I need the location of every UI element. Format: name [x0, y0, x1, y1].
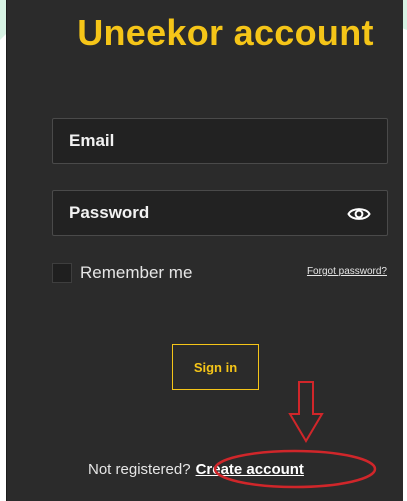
- page-title: Uneekor account: [77, 12, 374, 53]
- password-field[interactable]: [52, 190, 388, 236]
- eye-icon[interactable]: [347, 203, 371, 225]
- forgot-password-link[interactable]: Forgot password?: [307, 266, 387, 277]
- create-account-link[interactable]: Create account: [196, 461, 304, 478]
- remember-me-label: Remember me: [80, 263, 193, 282]
- password-input[interactable]: [53, 191, 387, 235]
- email-field[interactable]: [52, 118, 388, 164]
- register-prompt: Not registered? Create account: [88, 458, 304, 480]
- not-registered-text: Not registered?: [88, 460, 191, 478]
- remember-me-checkbox[interactable]: [52, 263, 72, 283]
- email-input[interactable]: [53, 119, 387, 163]
- remember-me-toggle[interactable]: Remember me: [52, 262, 192, 284]
- login-panel: Uneekor account: [6, 0, 403, 501]
- sign-in-button[interactable]: Sign in: [172, 344, 259, 390]
- login-page: Uneekor account Remember me Forgot passw…: [0, 0, 407, 501]
